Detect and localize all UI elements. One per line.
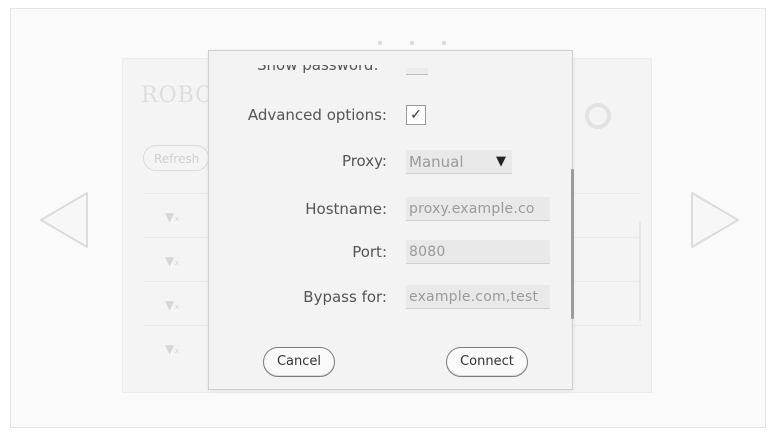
wifi-icon: ▼ₓ <box>165 254 180 268</box>
panel-title: ROBO <box>141 83 215 108</box>
page-dot[interactable] <box>410 41 414 45</box>
wifi-icon: ▼ₓ <box>165 342 180 356</box>
proxy-settings-dialog: Show password: Advanced options: ✓ Proxy… <box>208 50 574 390</box>
chevron-right-icon[interactable] <box>684 189 744 251</box>
triangle-down-icon: ▼ <box>496 154 506 169</box>
show-password-checkbox[interactable] <box>406 68 428 75</box>
page-indicator <box>378 41 446 45</box>
port-label: Port: <box>352 243 387 261</box>
advanced-options-label: Advanced options: <box>247 106 387 124</box>
refresh-button[interactable]: Refresh <box>143 145 209 171</box>
advanced-options-checkbox[interactable]: ✓ <box>406 105 426 125</box>
proxy-select-value: Manual <box>409 153 464 171</box>
page-dot[interactable] <box>378 41 382 45</box>
connect-button[interactable]: Connect <box>446 347 528 377</box>
bypass-input[interactable]: example.com,test <box>406 285 550 309</box>
chevron-left-icon[interactable] <box>35 189 95 251</box>
bypass-label: Bypass for: <box>303 288 387 306</box>
proxy-select[interactable]: Manual ▼ <box>406 150 512 174</box>
cancel-button[interactable]: Cancel <box>263 347 335 377</box>
port-input[interactable]: 8080 <box>406 240 550 264</box>
show-password-label: Show password: <box>257 65 379 73</box>
dialog-scrollbar[interactable] <box>571 169 574 319</box>
proxy-label: Proxy: <box>341 152 387 170</box>
hostname-label: Hostname: <box>305 200 387 218</box>
panel-scrollbar[interactable] <box>639 221 641 321</box>
page-dot[interactable] <box>442 41 446 45</box>
hostname-input[interactable]: proxy.example.co <box>406 197 550 221</box>
wifi-icon: ▼ₓ <box>165 210 180 224</box>
gear-icon[interactable] <box>585 103 611 129</box>
wifi-icon: ▼ₓ <box>165 298 180 312</box>
